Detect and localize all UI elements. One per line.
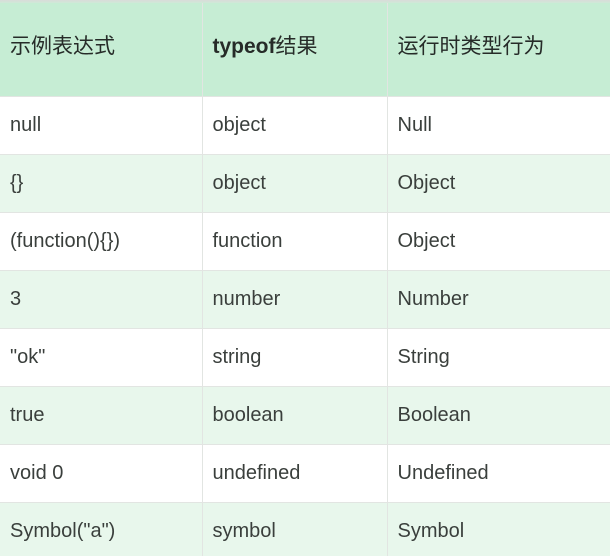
column-header-typeof: typeof结果 [202, 0, 388, 97]
table-row: 3 number Number [0, 270, 610, 329]
cell-runtime-type: String [387, 328, 610, 387]
column-header-expression-label: 示例表达式 [10, 34, 115, 58]
cell-runtime-type: Number [387, 270, 610, 329]
cell-typeof-result: object [202, 154, 388, 213]
scroll-top-edge [0, 0, 610, 3]
cell-runtime-type: Object [387, 212, 610, 271]
cell-expression: null [0, 96, 203, 155]
cell-expression: {} [0, 154, 203, 213]
cell-typeof-result: boolean [202, 386, 388, 445]
cell-runtime-type: Symbol [387, 502, 610, 556]
cell-expression: "ok" [0, 328, 203, 387]
table-header: 示例表达式 typeof结果 运行时类型行为 [0, 0, 610, 97]
column-header-runtime-type-label: 运行时类型行为 [397, 34, 545, 58]
cell-runtime-type: Object [387, 154, 610, 213]
table-row: null object Null [0, 96, 610, 155]
table-row: {} object Object [0, 154, 610, 213]
column-header-runtime-type: 运行时类型行为 [387, 0, 610, 97]
table-row: (function(){}) function Object [0, 212, 610, 271]
column-header-typeof-keyword: typeof [212, 34, 276, 58]
cell-typeof-result: function [202, 212, 388, 271]
table-row: "ok" string String [0, 328, 610, 387]
cell-expression: true [0, 386, 203, 445]
cell-typeof-result: string [202, 328, 388, 387]
cell-typeof-result: undefined [202, 444, 388, 503]
cell-expression: void 0 [0, 444, 203, 503]
column-header-expression: 示例表达式 [0, 0, 203, 97]
table-viewport: 示例表达式 typeof结果 运行时类型行为 null object Null … [0, 0, 610, 556]
cell-typeof-result: symbol [202, 502, 388, 556]
cell-runtime-type: Undefined [387, 444, 610, 503]
table-row: void 0 undefined Undefined [0, 444, 610, 503]
cell-runtime-type: Null [387, 96, 610, 155]
cell-runtime-type: Boolean [387, 386, 610, 445]
table-row: true boolean Boolean [0, 386, 610, 445]
cell-expression: (function(){}) [0, 212, 203, 271]
table-body: null object Null {} object Object (funct… [0, 96, 610, 556]
cell-typeof-result: number [202, 270, 388, 329]
cell-typeof-result: object [202, 96, 388, 155]
cell-expression: Symbol("a") [0, 502, 203, 556]
table-row: Symbol("a") symbol Symbol [0, 502, 610, 556]
cell-expression: 3 [0, 270, 203, 329]
header-row: 示例表达式 typeof结果 运行时类型行为 [0, 0, 610, 97]
column-header-typeof-label: 结果 [275, 34, 318, 58]
typeof-reference-table: 示例表达式 typeof结果 运行时类型行为 null object Null … [0, 0, 610, 556]
